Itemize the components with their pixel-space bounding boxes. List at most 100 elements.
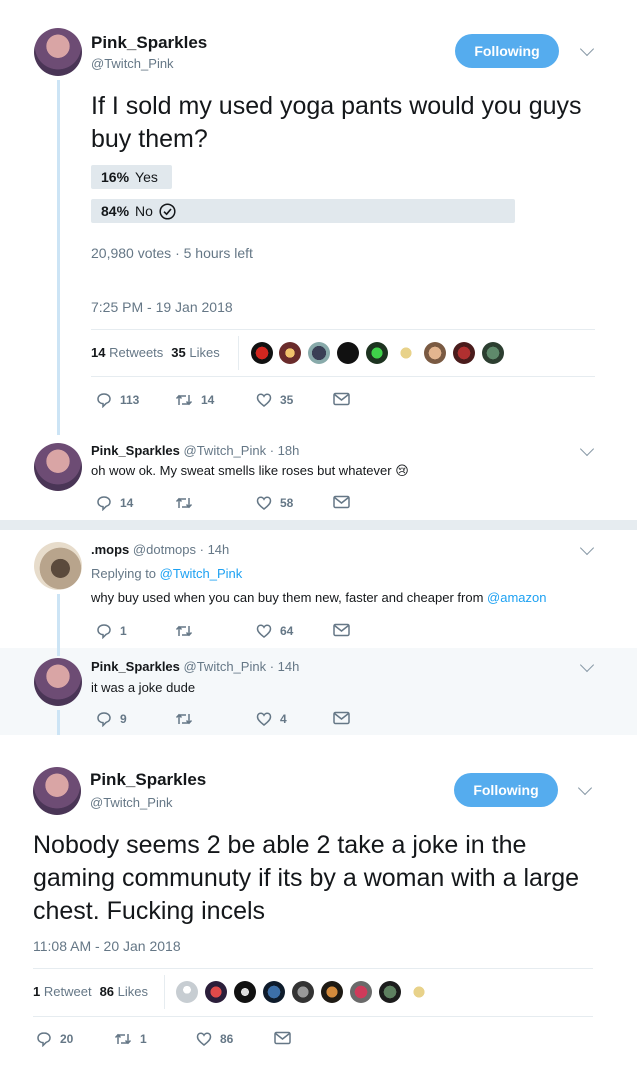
envelope-icon — [274, 1031, 291, 1045]
heart-icon — [196, 1031, 212, 1047]
like-button[interactable]: 4 — [256, 711, 287, 727]
liker-avatar[interactable] — [337, 342, 359, 364]
avatar[interactable] — [33, 767, 81, 815]
chevron-down-icon[interactable] — [579, 441, 595, 457]
following-button[interactable]: Following — [455, 34, 559, 68]
direct-message-button[interactable] — [333, 392, 350, 406]
liker-avatar[interactable] — [279, 342, 301, 364]
tweet-text: If I sold my used yoga pants would you g… — [91, 92, 582, 153]
avatar[interactable] — [34, 658, 82, 706]
retweet-button[interactable] — [175, 711, 193, 727]
chevron-down-icon[interactable] — [579, 540, 595, 556]
like-button[interactable]: 86 — [196, 1031, 233, 1047]
reply-button[interactable]: 14 — [96, 495, 133, 511]
liker-avatar[interactable] — [424, 342, 446, 364]
liker-avatar[interactable] — [176, 981, 198, 1003]
liker-avatar[interactable] — [379, 981, 401, 1003]
tweet-time[interactable]: 14h — [208, 542, 230, 557]
following-button[interactable]: Following — [454, 773, 558, 807]
retweet-button[interactable] — [175, 495, 193, 511]
tweet-time[interactable]: 14h — [278, 659, 300, 674]
mention-link[interactable]: @amazon — [487, 590, 546, 605]
retweet-button[interactable] — [175, 623, 193, 639]
tweet-text: oh wow ok. My sweat smells like roses bu… — [91, 463, 409, 478]
reply-button[interactable]: 20 — [36, 1031, 73, 1047]
author-handle[interactable]: @Twitch_Pink — [184, 659, 267, 674]
divider — [33, 968, 593, 969]
envelope-icon — [333, 495, 350, 509]
retweet-button[interactable]: 1 — [114, 1031, 147, 1047]
poll-option-yes: 16% Yes — [101, 165, 158, 189]
liker-avatar[interactable] — [234, 981, 256, 1003]
mention-link[interactable]: @Twitch_Pink — [160, 566, 243, 581]
liker-avatar[interactable] — [366, 342, 388, 364]
author-name[interactable]: Pink_Sparkles — [90, 770, 206, 790]
tweet-text: it was a joke dude — [91, 680, 196, 695]
liker-avatar[interactable] — [308, 342, 330, 364]
like-button[interactable]: 64 — [256, 623, 293, 639]
reply-button[interactable]: 113 — [96, 392, 139, 408]
heart-icon — [256, 623, 272, 639]
author-name[interactable]: Pink_Sparkles — [91, 659, 180, 674]
reply-button[interactable]: 9 — [96, 711, 127, 727]
likes-stat[interactable]: 86 Likes — [100, 984, 148, 999]
timestamp[interactable]: 11:08 AM - 20 Jan 2018 — [33, 938, 181, 954]
liker-avatar[interactable] — [350, 981, 372, 1003]
tweet-header: Pink_Sparkles @Twitch_Pink · 14h — [91, 659, 300, 674]
reply-button[interactable]: 1 — [96, 623, 127, 639]
chevron-down-icon[interactable] — [577, 780, 593, 796]
retweet-icon — [175, 495, 193, 511]
heart-icon — [256, 495, 272, 511]
retweet-icon — [175, 623, 193, 639]
direct-message-button[interactable] — [333, 711, 350, 725]
liker-avatar[interactable] — [395, 342, 417, 364]
likes-stat[interactable]: 35 Likes — [171, 345, 219, 360]
timestamp[interactable]: 7:25 PM - 19 Jan 2018 — [91, 299, 233, 315]
replying-to: Replying to @Twitch_Pink — [91, 566, 243, 581]
avatar[interactable] — [34, 542, 82, 590]
like-button[interactable]: 35 — [256, 392, 293, 408]
tweet-text: Nobody seems 2 be able 2 take a joke in … — [33, 831, 580, 925]
vote-count: 20,980 votes — [91, 245, 172, 261]
poll-meta: 20,980 votes · 5 hours left — [91, 245, 253, 261]
tweet-time[interactable]: 18h — [278, 443, 300, 458]
engagement-stats: 14 Retweets 35 Likes — [91, 345, 220, 360]
author-handle[interactable]: @dotmops — [133, 542, 196, 557]
reply-icon — [96, 495, 112, 511]
divider — [91, 376, 595, 377]
liker-avatar[interactable] — [292, 981, 314, 1003]
crying-emoji: 😢 — [395, 463, 409, 478]
author-name[interactable]: Pink_Sparkles — [91, 33, 207, 53]
check-circle-icon — [159, 202, 176, 220]
avatar[interactable] — [34, 28, 82, 76]
direct-message-button[interactable] — [333, 495, 350, 509]
author-name[interactable]: Pink_Sparkles — [91, 443, 180, 458]
direct-message-button[interactable] — [333, 623, 350, 637]
liker-avatar[interactable] — [263, 981, 285, 1003]
liker-avatar[interactable] — [408, 981, 430, 1003]
poll-label: Yes — [135, 169, 158, 185]
reply-icon — [36, 1031, 52, 1047]
author-name[interactable]: .mops — [91, 542, 129, 557]
retweets-stat[interactable]: 14 Retweets — [91, 345, 163, 360]
like-button[interactable]: 58 — [256, 495, 293, 511]
liker-avatar[interactable] — [482, 342, 504, 364]
liker-avatar[interactable] — [205, 981, 227, 1003]
liker-avatar[interactable] — [453, 342, 475, 364]
thread-line — [57, 80, 60, 435]
retweets-stat[interactable]: 1 Retweet — [33, 984, 92, 999]
engagement-stats: 1 Retweet 86 Likes — [33, 984, 148, 999]
time-left: 5 hours left — [183, 245, 253, 261]
avatar[interactable] — [34, 443, 82, 491]
tweet-text: why buy used when you can buy them new, … — [91, 590, 547, 605]
direct-message-button[interactable] — [274, 1031, 291, 1045]
retweet-button[interactable]: 14 — [175, 392, 214, 408]
chevron-down-icon[interactable] — [579, 41, 595, 57]
author-handle[interactable]: @Twitch_Pink — [91, 56, 174, 71]
divider — [91, 329, 595, 330]
retweet-icon — [175, 392, 193, 408]
author-handle[interactable]: @Twitch_Pink — [184, 443, 267, 458]
liker-avatar[interactable] — [251, 342, 273, 364]
author-handle[interactable]: @Twitch_Pink — [90, 795, 173, 810]
liker-avatar[interactable] — [321, 981, 343, 1003]
